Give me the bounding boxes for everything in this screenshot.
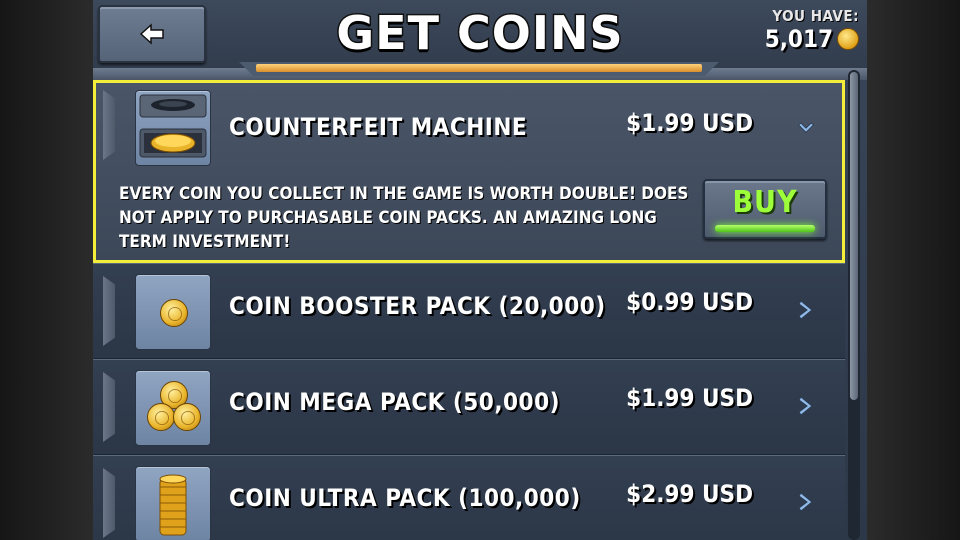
header: GET COINS YOU HAVE: 5,017 <box>93 0 867 80</box>
item-name: COIN BOOSTER PACK (20,000) <box>229 292 606 320</box>
chevron-down-icon[interactable] <box>794 119 818 139</box>
item-tab <box>103 276 115 346</box>
list-item-counterfeit-machine[interactable]: COUNTERFEIT MACHINE $1.99 USD EVERY COIN… <box>93 80 845 263</box>
buy-glow-strip <box>715 225 815 232</box>
coin-pile-icon <box>135 370 211 446</box>
item-name: COUNTERFEIT MACHINE <box>229 113 528 141</box>
item-tab <box>103 372 115 442</box>
you-have-label: YOU HAVE: <box>772 7 859 25</box>
coin-graphic <box>160 299 188 327</box>
balance-row: 5,017 <box>765 26 859 52</box>
left-letterbox <box>0 0 93 540</box>
buy-label: BUY <box>732 185 798 220</box>
coin-balance: YOU HAVE: 5,017 <box>765 8 859 52</box>
header-glow-strip <box>256 64 702 72</box>
item-description: EVERY COIN YOU COLLECT IN THE GAME IS WO… <box>119 184 689 252</box>
scrollbar-thumb[interactable] <box>850 72 858 400</box>
back-button[interactable] <box>98 5 206 63</box>
coin-icon <box>837 28 859 50</box>
store-item-list: COUNTERFEIT MACHINE $1.99 USD EVERY COIN… <box>93 80 845 540</box>
item-name: COIN ULTRA PACK (100,000) <box>229 484 581 512</box>
item-price: $1.99 USD <box>626 384 753 412</box>
coin-stack-icon <box>135 466 211 540</box>
counterfeit-machine-icon <box>135 90 211 166</box>
balance-value: 5,017 <box>764 25 833 53</box>
item-price: $1.99 USD <box>626 109 753 137</box>
item-tab <box>103 468 115 538</box>
back-arrow-icon <box>139 23 164 45</box>
chevron-right-icon[interactable] <box>797 394 815 418</box>
coin-stack-graphic <box>159 474 187 536</box>
page-title: GET COINS <box>335 5 624 62</box>
coin-graphic <box>173 403 201 431</box>
counterfeit-machine-graphic <box>139 94 207 158</box>
chevron-right-icon[interactable] <box>797 490 815 514</box>
item-name: COIN MEGA PACK (50,000) <box>229 388 560 416</box>
item-price: $2.99 USD <box>626 480 753 508</box>
list-item-coin-booster-pack[interactable]: COIN BOOSTER PACK (20,000) $0.99 USD <box>93 263 845 359</box>
item-tab <box>103 90 115 160</box>
right-letterbox <box>867 0 960 540</box>
chevron-right-icon[interactable] <box>797 298 815 322</box>
single-coin-icon <box>135 274 211 350</box>
buy-button[interactable]: BUY <box>703 179 827 239</box>
item-price: $0.99 USD <box>626 288 753 316</box>
list-item-coin-ultra-pack[interactable]: COIN ULTRA PACK (100,000) $2.99 USD <box>93 455 845 540</box>
store-panel: GET COINS YOU HAVE: 5,017 COUNTERFEIT MA… <box>93 0 867 540</box>
list-item-coin-mega-pack[interactable]: COIN MEGA PACK (50,000) $1.99 USD <box>93 359 845 455</box>
coin-graphic <box>147 403 175 431</box>
